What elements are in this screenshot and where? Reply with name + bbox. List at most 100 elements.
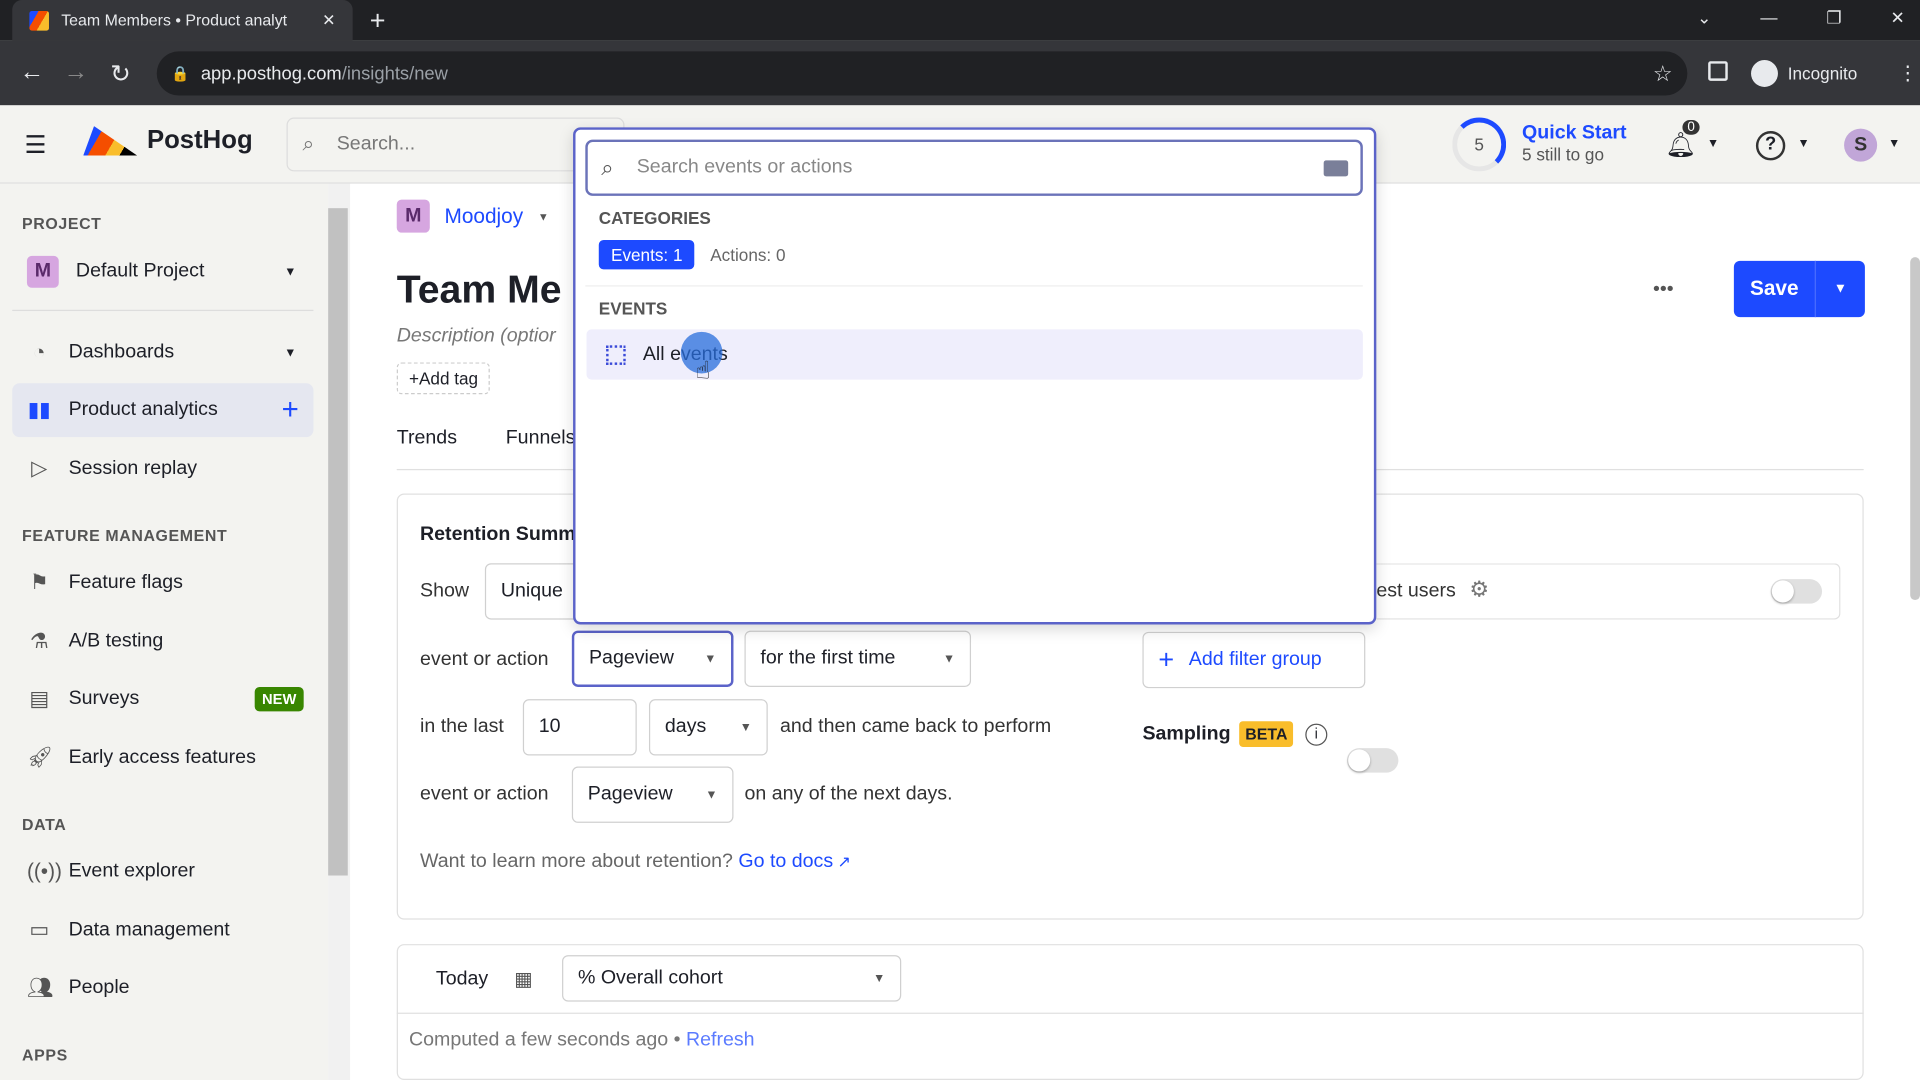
separator-dot: • (673, 1029, 681, 1051)
first-time-value: for the first time (760, 647, 896, 669)
search-icon: ⌕ (302, 132, 315, 156)
new-tab-icon[interactable]: + (370, 5, 386, 37)
chevron-down-icon: ▼ (284, 265, 297, 279)
tab-trends[interactable]: Trends (397, 427, 457, 449)
help-caret-icon[interactable]: ▼ (1798, 137, 1810, 150)
save-dropdown-caret-icon[interactable]: ▼ (1816, 282, 1865, 297)
sidebar-item-surveys[interactable]: ▤ Surveys NEW (12, 672, 313, 726)
main-scrollbar-thumb[interactable] (1910, 257, 1920, 601)
sidebar-item-label: Early access features (68, 746, 256, 768)
save-button[interactable]: Save ▼ (1733, 260, 1865, 318)
sidebar-item-event-explorer[interactable]: ((•)) Event explorer (12, 845, 313, 899)
project-breadcrumb[interactable]: M Moodjoy ▼ (396, 199, 549, 233)
period-input[interactable]: 10 (522, 699, 637, 756)
docs-link[interactable]: Go to docs (738, 851, 833, 872)
project-switcher[interactable]: M Default Project ▼ (12, 245, 313, 299)
add-filter-group-button[interactable]: + Add filter group (1142, 631, 1366, 689)
first-event-select[interactable]: Pageview ▼ (571, 630, 734, 687)
notifications-caret-icon[interactable]: ▼ (1707, 137, 1719, 150)
feature-management-heading: FEATURE MANAGEMENT (22, 526, 228, 545)
flag-icon: ⚑ (29, 570, 49, 594)
show-select[interactable]: Unique (484, 563, 583, 620)
event-search-input[interactable]: ⌕ Search events or actions (585, 139, 1363, 196)
quick-start-progress[interactable]: 5 (1452, 117, 1507, 172)
notifications-bell-icon[interactable]: 🔔︎ 0 (1665, 120, 1700, 161)
cohort-select[interactable]: % Overall cohort ▼ (562, 955, 902, 1002)
new-badge: NEW (254, 686, 304, 712)
add-filter-group-label: Add filter group (1188, 648, 1322, 670)
events-category-tab[interactable]: Events: 1 (598, 240, 695, 270)
address-bar[interactable]: 🔒 app.posthog.com/insights/new ☆ (156, 51, 1688, 96)
sidebar-item-session-replay[interactable]: ▷ Session replay (12, 442, 313, 496)
next-days-label: on any of the next days. (744, 783, 953, 805)
chevron-down-icon: ▼ (873, 971, 886, 986)
calendar-icon[interactable]: ▦ (514, 967, 533, 991)
return-event-select[interactable]: Pageview ▼ (571, 766, 734, 823)
actions-category-tab[interactable]: Actions: 0 (710, 245, 785, 265)
events-heading: EVENTS (598, 298, 668, 319)
add-tag-button[interactable]: +Add tag (396, 362, 491, 395)
sidebar-item-ab-testing[interactable]: ⚗ A/B testing (12, 615, 313, 669)
sidebar-scrollbar-thumb[interactable] (328, 208, 348, 876)
info-icon[interactable]: i (1305, 723, 1328, 746)
rocket-icon: 🚀︎ (26, 745, 54, 769)
in-last-label: in the last (420, 716, 504, 738)
hand-cursor-icon: ☝︎ (695, 357, 711, 385)
sampling-label: Sampling (1142, 723, 1231, 745)
posthog-favicon-icon (29, 10, 49, 31)
period-unit-select[interactable]: days ▼ (648, 699, 768, 756)
browser-tab[interactable]: Team Members • Product analyt ✕ (12, 0, 353, 41)
sampling-toggle[interactable] (1346, 748, 1399, 773)
sidebar-item-people[interactable]: 👥︎ People (12, 961, 313, 1015)
date-filter-button[interactable]: Today (436, 969, 488, 991)
quick-start-subtitle: 5 still to go (1522, 144, 1605, 165)
project-initial: M (396, 199, 430, 233)
user-caret-icon[interactable]: ▼ (1888, 137, 1900, 150)
bar-chart-icon: ▮▮ (27, 397, 51, 422)
forward-icon[interactable]: → (64, 59, 88, 87)
menu-toggle-icon[interactable]: ☰ (24, 130, 46, 161)
help-icon[interactable]: ? (1755, 131, 1786, 161)
period-unit-value: days (664, 716, 707, 738)
chevron-down-icon: ▼ (942, 652, 956, 666)
browser-menu-icon[interactable]: ⋮ (1898, 61, 1918, 85)
bookmark-star-icon[interactable]: ☆ (1653, 61, 1673, 87)
tab-funnels[interactable]: Funnels (506, 427, 576, 449)
close-tab-icon[interactable]: ✕ (322, 10, 335, 30)
sidebar-item-product-analytics[interactable]: ▮▮ Product analytics + (12, 383, 314, 438)
chevron-down-icon: ▼ (704, 652, 717, 666)
sidepanel-icon[interactable] (1708, 61, 1728, 81)
plus-icon[interactable]: + (282, 393, 299, 427)
gear-icon[interactable]: ⚙ (1469, 577, 1489, 603)
sidebar-item-feature-flags[interactable]: ⚑ Feature flags (12, 556, 313, 610)
description-field[interactable]: Description (optior (397, 326, 556, 348)
back-icon[interactable]: ← (20, 59, 44, 87)
sidebar-item-dashboards[interactable]: ◔ Dashboards ▼ (12, 326, 313, 380)
sidebar-item-early-access[interactable]: 🚀︎ Early access features (12, 731, 313, 785)
apps-heading: APPS (22, 1045, 68, 1065)
notification-count: 0 (1682, 120, 1700, 135)
quick-start[interactable]: Quick Start 5 still to go (1522, 122, 1627, 164)
external-link-icon: ↗ (833, 852, 851, 871)
more-options-button[interactable]: ••• (1653, 279, 1674, 301)
reload-icon[interactable]: ↻ (110, 59, 131, 90)
project-heading: PROJECT (22, 214, 102, 233)
incognito-badge[interactable]: Incognito (1751, 60, 1857, 87)
quick-start-title: Quick Start (1522, 122, 1627, 144)
sidebar-item-label: Dashboards (68, 341, 175, 363)
chevron-down-icon: ▼ (537, 210, 549, 223)
sidebar-item-label: Session replay (68, 457, 198, 479)
sidebar-item-data-management[interactable]: ▭ Data management (12, 904, 313, 958)
window-controls[interactable]: ⌄ — ❐ ✕ (1697, 7, 1905, 28)
keyboard-icon[interactable] (1323, 159, 1349, 176)
beta-badge: BETA (1239, 721, 1294, 747)
cohort-value: % Overall cohort (577, 967, 723, 989)
insight-title[interactable]: Team Me (397, 267, 562, 312)
posthog-logo[interactable]: PostHog (83, 126, 253, 156)
test-users-toggle[interactable] (1770, 579, 1823, 604)
user-avatar[interactable]: S (1844, 128, 1878, 162)
refresh-link[interactable]: Refresh (686, 1030, 755, 1051)
learn-more-text: Want to learn more about retention? (420, 851, 733, 872)
project-name: Moodjoy (444, 203, 524, 228)
first-time-select[interactable]: for the first time ▼ (744, 630, 972, 687)
